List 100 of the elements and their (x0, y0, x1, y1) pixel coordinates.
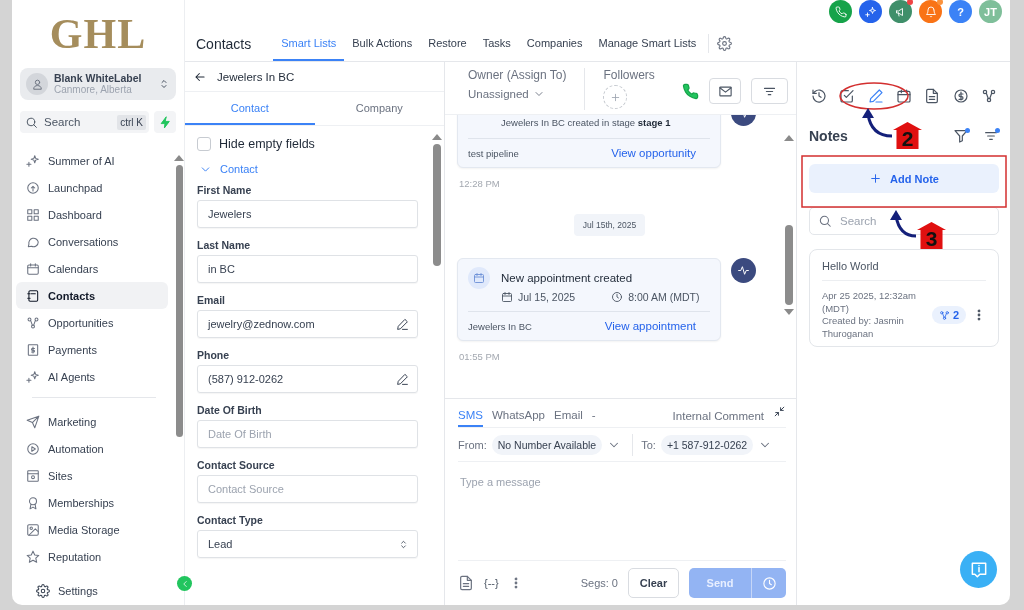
pencil-icon[interactable] (396, 372, 409, 386)
channel-tab[interactable]: Email (554, 405, 583, 427)
paper-plane-icon (26, 414, 40, 429)
note-card[interactable]: Hello World Apr 25 2025, 12:32am (MDT) Created by: Jasmin Thuroganan 2 (809, 249, 999, 347)
filter-button[interactable] (953, 128, 969, 144)
nav-item[interactable]: Automation (16, 435, 168, 462)
collapse-sidebar-button[interactable] (177, 576, 192, 591)
input-field[interactable]: Jewelers (197, 200, 418, 228)
settings-link[interactable]: Settings (12, 583, 184, 605)
scrollbar-thumb[interactable] (175, 165, 183, 437)
checkbox[interactable] (197, 137, 211, 151)
document-icon[interactable] (458, 575, 474, 591)
email-button[interactable] (709, 78, 741, 104)
nav-item[interactable]: Contacts (16, 282, 168, 309)
from-number-select[interactable]: No Number Available (491, 434, 603, 455)
internal-comment-tab[interactable]: Internal Comment (672, 410, 764, 422)
account-switcher[interactable]: Blank WhiteLabel Canmore, Alberta (20, 68, 176, 100)
scrollbar-thumb[interactable] (433, 144, 441, 266)
pencil-icon[interactable] (396, 317, 409, 331)
channel-tab[interactable]: WhatsApp (491, 405, 545, 427)
nav-item[interactable]: AI Agents (16, 363, 168, 390)
add-follower-button[interactable] (603, 85, 628, 109)
calendar-tab[interactable] (894, 86, 914, 106)
nav-item[interactable]: Dashboard (16, 201, 168, 228)
links-badge[interactable]: 2 (931, 306, 966, 324)
nav-tab[interactable]: Smart Lists (273, 26, 345, 61)
panel-tab[interactable]: Contact (185, 92, 315, 125)
phone-icon[interactable] (682, 82, 699, 100)
shortcut-hint: ctrl K (117, 114, 146, 130)
custom-values-button[interactable]: {--} (484, 577, 499, 589)
calendar-icon (26, 261, 40, 276)
help-button[interactable]: ? (949, 0, 972, 23)
nav-item[interactable]: Conversations (16, 228, 168, 255)
sparkle-button[interactable] (859, 0, 882, 23)
history-icon (811, 88, 827, 104)
scroll-up-arrow[interactable] (784, 135, 794, 141)
channel-tab[interactable]: SMS (458, 405, 483, 427)
scrollbar-thumb[interactable] (785, 225, 793, 305)
date-chip: Jul 15th, 2025 (573, 214, 646, 236)
note-title: Hello World (822, 260, 986, 281)
nav-item[interactable]: Memberships (16, 489, 168, 516)
history-tab[interactable] (809, 86, 829, 106)
search-field[interactable]: Search ctrl K (20, 111, 149, 133)
nav-item[interactable]: Sites (16, 462, 168, 489)
settings-icon[interactable] (717, 36, 733, 51)
from-label: From: (458, 438, 487, 451)
scroll-down-arrow[interactable] (784, 309, 794, 315)
activity-footer: test pipeline (468, 147, 519, 159)
browser-window-icon (26, 468, 40, 483)
receipt-icon (26, 342, 40, 357)
account-location: Canmore, Alberta (54, 84, 133, 96)
nav-item[interactable]: Reputation (16, 543, 168, 570)
section-toggle[interactable]: Contact (199, 158, 418, 180)
nav-item[interactable]: Marketing (16, 408, 168, 435)
image-icon (26, 522, 40, 537)
filter-button[interactable] (751, 78, 788, 104)
view-link[interactable]: View opportunity (611, 147, 696, 159)
nav-tab[interactable]: Manage Smart Lists (590, 26, 705, 61)
phone-button[interactable] (829, 0, 852, 23)
nav-tab[interactable]: Restore (420, 26, 475, 61)
sparkle-icon (26, 369, 40, 384)
field-label: First Name (197, 184, 253, 196)
view-link[interactable]: View appointment (604, 320, 696, 332)
bolt-icon (158, 115, 172, 129)
panel-tab[interactable]: Company (314, 92, 444, 125)
sparkle-icon (26, 153, 40, 168)
add-note-button[interactable]: Add Note (809, 164, 999, 193)
input-field[interactable]: in BC (197, 255, 418, 283)
nav-item[interactable]: Summer of AI (16, 147, 168, 174)
logo: GHL (48, 10, 148, 59)
clear-button[interactable]: Clear (628, 568, 679, 598)
nav-tab[interactable]: Bulk Actions (344, 26, 421, 61)
field-label: Contact Source (197, 459, 276, 471)
pencil-icon (867, 88, 884, 104)
field-label: Contact Type (197, 514, 264, 526)
input-field[interactable]: (587) 912-0262 (197, 365, 418, 393)
select-field[interactable]: Lead (197, 530, 418, 558)
nav-item[interactable]: Calendars (16, 255, 168, 282)
chevron-updown-icon (158, 78, 170, 90)
input-field[interactable]: Date Of Birth (197, 420, 418, 448)
input-field[interactable]: Contact Source (197, 475, 418, 503)
input-field[interactable]: jewelry@zednow.com (197, 310, 418, 338)
nav-item[interactable]: Opportunities (16, 309, 168, 336)
channel-tab[interactable]: - (591, 405, 596, 427)
page-title: Contacts (196, 34, 253, 54)
owner-dropdown[interactable]: Unassigned (468, 88, 567, 100)
search-input[interactable]: Search (42, 115, 112, 129)
collapse-icon[interactable] (773, 405, 786, 418)
megaphone-button[interactable] (889, 0, 912, 23)
bell-button[interactable] (919, 0, 942, 23)
activity-subtitle: Jewelers In BC created in stage stage 1 (500, 116, 672, 130)
search-icon (818, 214, 832, 228)
quick-action-button[interactable] (154, 111, 176, 133)
nav-item[interactable]: Media Storage (16, 516, 168, 543)
nav-item[interactable]: Payments (16, 336, 168, 363)
account-name: Blank WhiteLabel (54, 72, 143, 84)
nav-tab[interactable]: Tasks (474, 26, 519, 61)
to-number-select[interactable]: +1 587-912-0262 (660, 434, 754, 455)
nav-item[interactable]: Launchpad (16, 174, 168, 201)
nav-tab[interactable]: Companies (518, 26, 591, 61)
